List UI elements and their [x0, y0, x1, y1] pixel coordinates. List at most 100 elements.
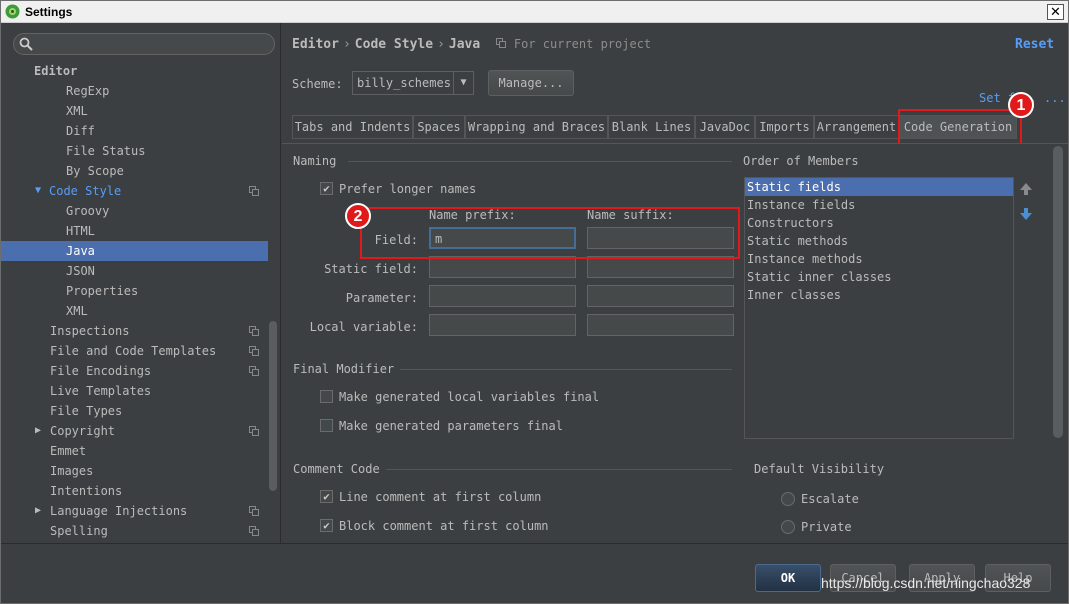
tree-item-java[interactable]: Java: [1, 241, 268, 261]
tree-item-images[interactable]: Images: [1, 461, 268, 481]
expand-arrow-icon[interactable]: ▼: [35, 181, 41, 201]
tree-item-editor[interactable]: Editor: [1, 61, 268, 81]
project-scope-icon: [249, 326, 259, 336]
tree-item-label: Diff: [66, 124, 95, 138]
tree-item-label: JSON: [66, 264, 95, 278]
scheme-select[interactable]: billy_schemes ▼: [352, 71, 474, 95]
section-divider: [348, 161, 732, 162]
tree-item-copyright[interactable]: ▶ Copyright: [1, 421, 268, 441]
tree-item-live-templates[interactable]: Live Templates: [1, 381, 268, 401]
project-scope-icon: [249, 346, 259, 356]
tree-item-label: HTML: [66, 224, 95, 238]
sidebar-scrollbar[interactable]: [269, 321, 277, 491]
tree-item-label: Live Templates: [50, 384, 152, 398]
tree-item-by-scope[interactable]: By Scope: [1, 161, 268, 181]
tab-javadoc[interactable]: JavaDoc: [695, 115, 755, 139]
settings-window: Settings ✕ Editor RegExp XML Diff File S…: [0, 0, 1069, 604]
local-variable-suffix-input[interactable]: [587, 314, 734, 336]
move-up-icon[interactable]: [1019, 182, 1033, 196]
tab-blank-lines[interactable]: Blank Lines: [608, 115, 695, 139]
line-comment-label: Line comment at first column: [339, 490, 542, 504]
settings-content: Editor › Code Style › Java For current proje…: [282, 23, 1068, 543]
parameter-prefix-input[interactable]: [429, 285, 576, 307]
android-studio-icon: [5, 4, 20, 19]
tree-item-regexp[interactable]: RegExp: [1, 81, 268, 101]
search-icon: [19, 37, 33, 51]
final-local-variables-checkbox[interactable]: [320, 390, 333, 403]
static-field-suffix-input[interactable]: [587, 256, 734, 278]
prefer-longer-names-checkbox[interactable]: ✔: [320, 182, 333, 195]
escalate-radio[interactable]: [781, 492, 795, 506]
tab-tabs-and-indents[interactable]: Tabs and Indents: [292, 115, 413, 139]
breadcrumb-code-style: Code Style: [354, 37, 434, 52]
tab-arrangement[interactable]: Arrangement: [814, 115, 899, 139]
project-scope-icon: [249, 506, 259, 516]
settings-search-input[interactable]: [13, 33, 275, 55]
prefer-longer-names-label: Prefer longer names: [339, 182, 477, 196]
local-variable-prefix-input[interactable]: [429, 314, 576, 336]
static-field-prefix-input[interactable]: [429, 256, 576, 278]
title-bar: Settings ✕: [1, 1, 1068, 23]
escalate-label: Escalate: [801, 492, 859, 506]
list-item[interactable]: Instance fields: [745, 196, 1013, 214]
tree-item-file-status[interactable]: File Status: [1, 141, 268, 161]
tree-item-file-encodings[interactable]: File Encodings: [1, 361, 268, 381]
tab-spaces[interactable]: Spaces: [413, 115, 465, 139]
tab-wrapping-and-braces[interactable]: Wrapping and Braces: [465, 115, 608, 139]
tree-item-label: RegExp: [66, 84, 110, 98]
expand-arrow-icon[interactable]: ▶: [35, 501, 41, 521]
tree-item-json[interactable]: JSON: [1, 261, 268, 281]
tree-item-spelling[interactable]: Spelling: [1, 521, 268, 541]
code-generation-panel: Naming ✔ Prefer longer names Name prefix…: [282, 143, 1068, 543]
tree-item-label: Properties: [66, 284, 139, 298]
default-visibility-title: Default Visibility: [754, 462, 885, 476]
order-of-members-list[interactable]: Static fields Instance fields Constructo…: [744, 177, 1014, 439]
tree-item-label: Images: [50, 464, 94, 478]
move-down-icon[interactable]: [1019, 207, 1033, 221]
tree-item-file-code-templates[interactable]: File and Code Templates: [1, 341, 268, 361]
tree-item-xml[interactable]: XML: [1, 101, 268, 121]
tree-item-inspections[interactable]: Inspections: [1, 321, 268, 341]
list-item[interactable]: Inner classes: [745, 286, 1013, 304]
block-comment-checkbox[interactable]: ✔: [320, 519, 333, 532]
list-item[interactable]: Static fields: [745, 178, 1013, 196]
reset-link[interactable]: Reset: [1015, 37, 1054, 52]
tree-item-xml-style[interactable]: XML: [1, 301, 268, 321]
tree-item-label: Emmet: [50, 444, 87, 458]
close-button[interactable]: ✕: [1047, 4, 1064, 20]
tree-item-label: Code Style: [49, 184, 122, 198]
manage-button[interactable]: Manage...: [488, 70, 574, 96]
private-radio[interactable]: [781, 520, 795, 534]
list-item[interactable]: Constructors: [745, 214, 1013, 232]
tree-item-label: File Status: [66, 144, 146, 158]
expand-arrow-icon[interactable]: ▶: [35, 421, 41, 441]
tree-item-diff[interactable]: Diff: [1, 121, 268, 141]
tree-item-emmet[interactable]: Emmet: [1, 441, 268, 461]
breadcrumb-separator: ›: [342, 37, 351, 52]
annotation-badge-1: 1: [1008, 92, 1034, 118]
naming-section-title: Naming: [293, 154, 337, 168]
list-item[interactable]: Static inner classes: [745, 268, 1013, 286]
final-parameters-checkbox[interactable]: [320, 419, 333, 432]
tree-item-intentions[interactable]: Intentions: [1, 481, 268, 501]
breadcrumb-java: Java: [448, 37, 481, 52]
ok-button[interactable]: OK: [755, 564, 821, 592]
window-title: Settings: [25, 5, 73, 19]
final-parameters-label: Make generated parameters final: [339, 419, 563, 433]
list-item[interactable]: Instance methods: [745, 250, 1013, 268]
private-label: Private: [801, 520, 852, 534]
list-item[interactable]: Static methods: [745, 232, 1013, 250]
tree-item-code-style[interactable]: ▼ Code Style: [1, 181, 268, 201]
tree-item-file-types[interactable]: File Types: [1, 401, 268, 421]
tab-imports[interactable]: Imports: [755, 115, 814, 139]
tree-item-html[interactable]: HTML: [1, 221, 268, 241]
tree-item-label: Intentions: [50, 484, 123, 498]
tree-item-label: Spelling: [50, 524, 108, 538]
tree-item-groovy[interactable]: Groovy: [1, 201, 268, 221]
tree-item-properties[interactable]: Properties: [1, 281, 268, 301]
parameter-suffix-input[interactable]: [587, 285, 734, 307]
tree-item-language-injections[interactable]: ▶ Language Injections: [1, 501, 268, 521]
comment-code-section-title: Comment Code: [293, 462, 380, 476]
line-comment-checkbox[interactable]: ✔: [320, 490, 333, 503]
panel-scrollbar[interactable]: [1053, 146, 1063, 438]
